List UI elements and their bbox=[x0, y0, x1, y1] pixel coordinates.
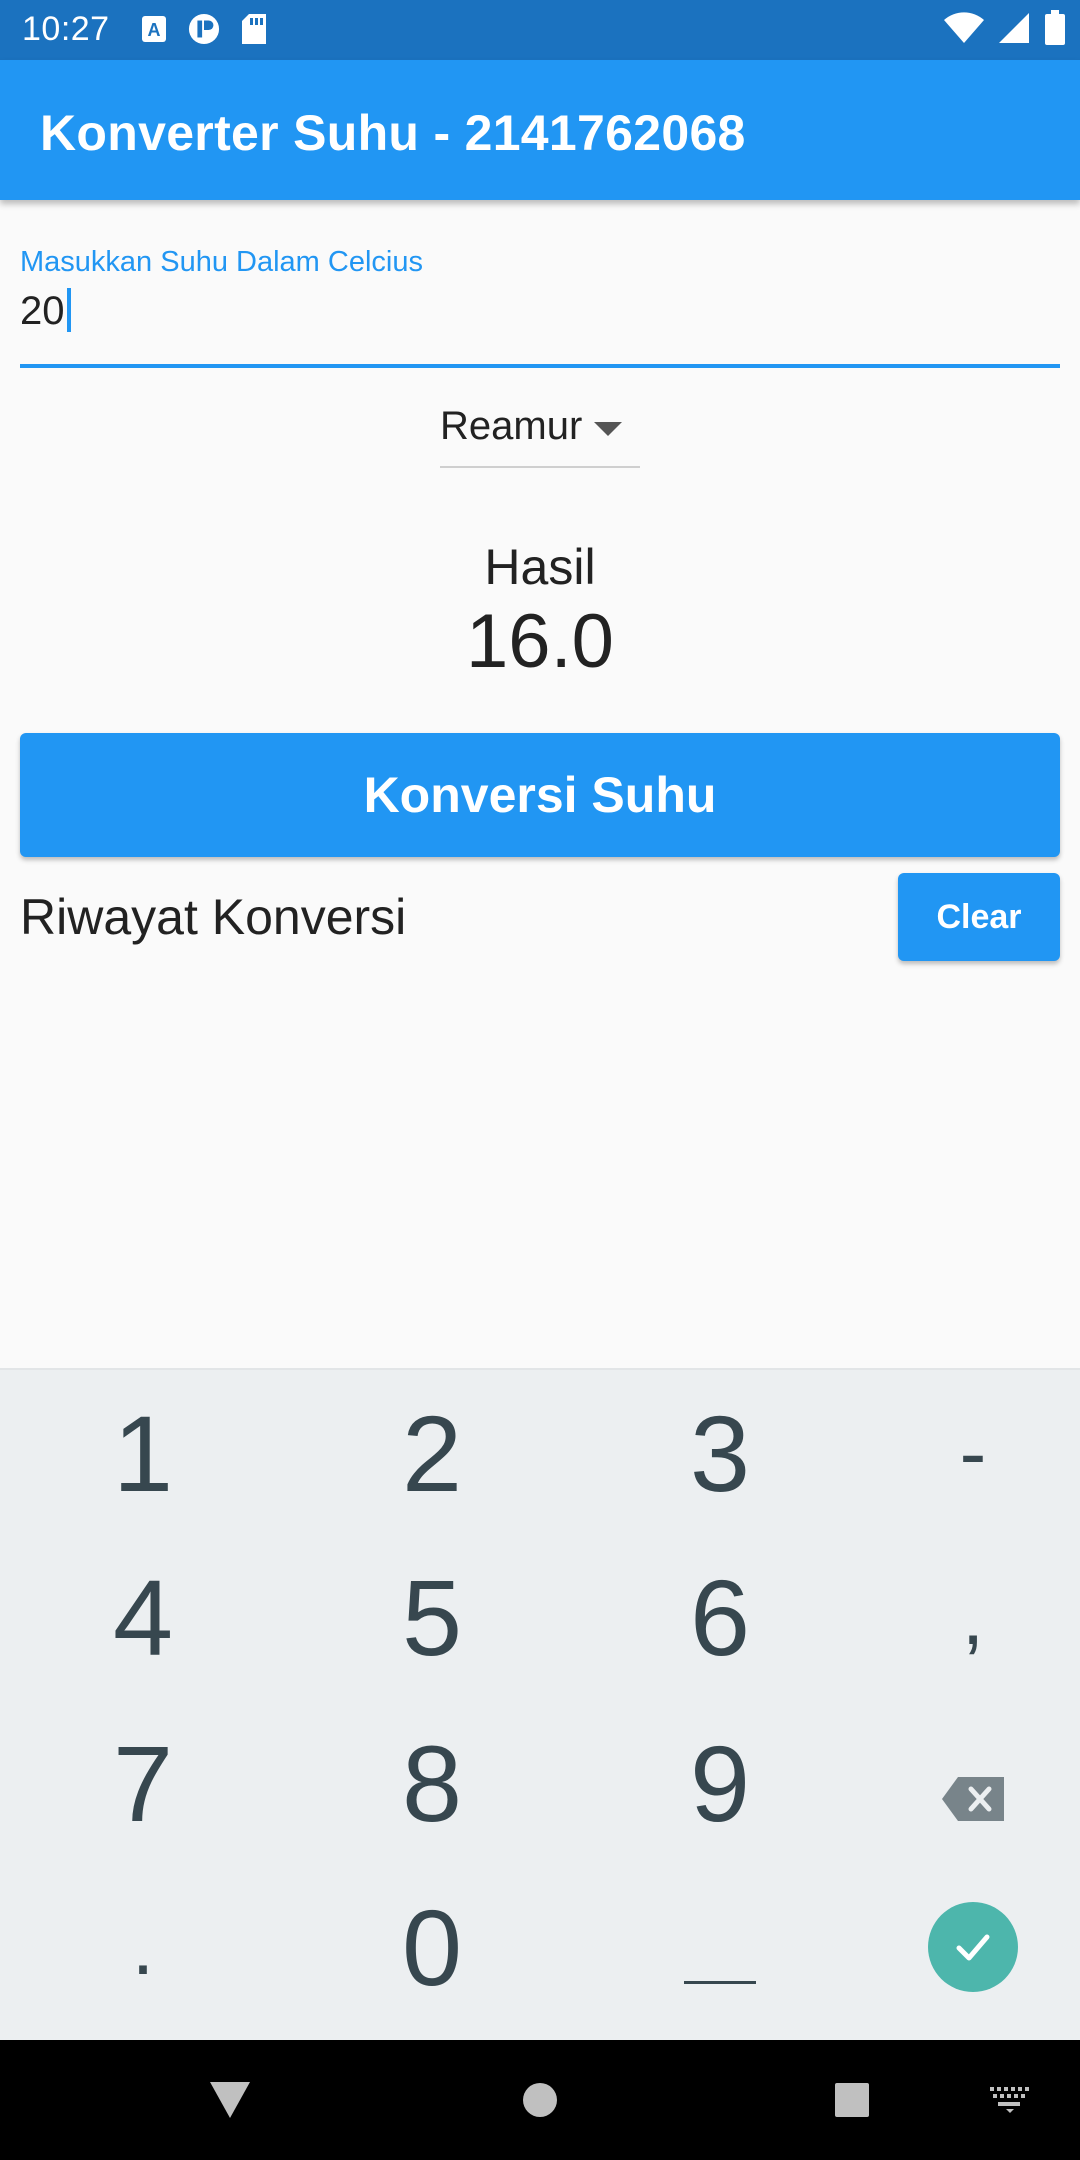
sd-card-icon bbox=[238, 12, 270, 46]
celsius-input-value[interactable]: 20 bbox=[20, 289, 65, 333]
space-icon[interactable] bbox=[684, 1885, 756, 2010]
app-title: Konverter Suhu - 2141762068 bbox=[40, 105, 746, 161]
done-key[interactable] bbox=[838, 1864, 1080, 2030]
history-title: Riwayat Konversi bbox=[20, 889, 407, 945]
confirm-icon[interactable] bbox=[928, 1902, 1018, 1992]
text-cursor bbox=[66, 288, 71, 332]
app-icon bbox=[188, 12, 220, 46]
battery-icon bbox=[1044, 10, 1066, 51]
key-9[interactable]: 9 bbox=[585, 1700, 855, 1866]
celsius-input-label: Masukkan Suhu Dalam Celcius bbox=[20, 246, 423, 278]
unit-dropdown[interactable]: Reamur bbox=[440, 396, 640, 468]
result-value: 16.0 bbox=[466, 599, 614, 684]
key-6[interactable]: 6 bbox=[585, 1534, 855, 1700]
convert-button[interactable]: Konversi Suhu bbox=[20, 733, 1060, 857]
key-minus[interactable]: - bbox=[838, 1370, 1080, 1536]
key-period[interactable]: . bbox=[8, 1864, 278, 2030]
input-underline bbox=[20, 364, 1060, 368]
keyboard-switch-icon[interactable] bbox=[980, 2040, 1040, 2160]
status-icons-left: A bbox=[138, 12, 270, 46]
app-bar: Konverter Suhu - 2141762068 bbox=[0, 60, 1080, 200]
navigation-bar bbox=[0, 2040, 1080, 2160]
celsius-input[interactable]: 20 bbox=[20, 288, 71, 334]
result-label: Hasil bbox=[484, 539, 596, 595]
unit-dropdown-value[interactable]: Reamur bbox=[440, 404, 582, 449]
backspace-key[interactable] bbox=[838, 1700, 1080, 1866]
status-icons-right bbox=[944, 10, 1066, 51]
key-7[interactable]: 7 bbox=[8, 1700, 278, 1866]
clear-button[interactable]: Clear bbox=[898, 873, 1060, 961]
status-time: 10:27 bbox=[22, 10, 110, 48]
key-3[interactable]: 3 bbox=[585, 1370, 855, 1536]
font-icon: A bbox=[138, 12, 170, 46]
numeric-keyboard: 1 2 3 - 4 5 6 , 7 8 9 . 0 bbox=[0, 1368, 1080, 2040]
key-8[interactable]: 8 bbox=[297, 1700, 567, 1866]
svg-text:A: A bbox=[148, 20, 161, 40]
key-1[interactable]: 1 bbox=[8, 1370, 278, 1536]
key-4[interactable]: 4 bbox=[8, 1534, 278, 1700]
key-2[interactable]: 2 bbox=[297, 1370, 567, 1536]
key-0[interactable]: 0 bbox=[297, 1864, 567, 2030]
space-key[interactable] bbox=[585, 1864, 855, 2030]
recents-nav-icon[interactable] bbox=[812, 2040, 892, 2160]
status-bar: 10:27 A bbox=[0, 0, 1080, 60]
back-nav-icon[interactable] bbox=[190, 2040, 270, 2160]
key-comma[interactable]: , bbox=[838, 1534, 1080, 1700]
home-nav-icon[interactable] bbox=[500, 2040, 580, 2160]
signal-icon bbox=[998, 12, 1030, 49]
wifi-icon bbox=[944, 12, 984, 49]
key-5[interactable]: 5 bbox=[297, 1534, 567, 1700]
backspace-icon[interactable] bbox=[942, 1721, 1004, 1846]
dropdown-arrow-icon[interactable] bbox=[594, 422, 622, 436]
